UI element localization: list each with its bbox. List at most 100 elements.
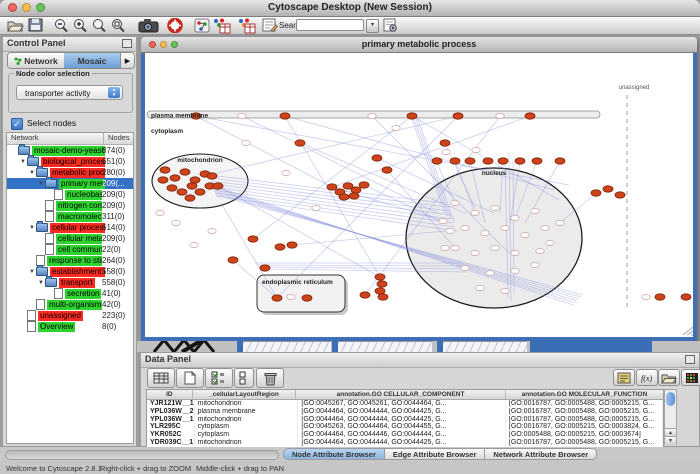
background-window-thumbnail[interactable] [243, 341, 331, 352]
table-cell[interactable]: [GO:0016787, GO:0005488, GO:0005215, G..… [506, 408, 663, 416]
delete-attribute-trash-icon[interactable] [256, 368, 284, 388]
network-node-unselected[interactable] [541, 225, 549, 230]
network-node-unselected[interactable] [190, 242, 198, 247]
save-session-icon[interactable] [28, 18, 44, 33]
attribute-batch-icon[interactable] [613, 369, 635, 386]
tree-row[interactable]: mosaic-demo-yeast874(0) [7, 145, 133, 156]
network-node-selected[interactable] [302, 295, 312, 301]
scroll-down-arrow[interactable]: ▼ [665, 436, 676, 445]
tree-row[interactable]: cell communicat22(0) [7, 244, 133, 255]
tree-col-nodes[interactable]: Nodes [104, 133, 130, 144]
table-row[interactable]: YKR052Ccytoplasm[GO:0044464, GO:0044446,… [147, 431, 663, 439]
horizontal-scrollbar[interactable] [5, 450, 279, 460]
table-row[interactable]: YPL036W__2plasma membrane[GO:0044464, GO… [147, 408, 663, 416]
background-window-border[interactable] [530, 341, 652, 352]
tree-row[interactable]: nucleobase-209(0) [7, 189, 133, 200]
select-attributes-icon[interactable] [205, 368, 233, 388]
network-node-unselected[interactable] [491, 205, 499, 210]
tree-row[interactable]: macromolecule311(0) [7, 211, 133, 222]
background-window-thumbnail[interactable] [338, 341, 432, 352]
col-molecular-function[interactable]: annotation.GO MOLECULAR_FUNCTION [506, 390, 663, 399]
network-node-selected[interactable] [228, 257, 238, 263]
network-node-unselected[interactable] [451, 200, 459, 205]
table-cell[interactable]: [GO:0044464, GO:0044444, GO:0044425, G..… [298, 439, 505, 447]
network-node-selected[interactable] [349, 193, 359, 199]
snapshot-camera-icon[interactable] [138, 18, 160, 33]
network-node-selected[interactable] [655, 294, 665, 300]
network-node-selected[interactable] [359, 182, 369, 188]
network-node-selected[interactable] [327, 184, 337, 190]
network-node-unselected[interactable] [501, 288, 509, 293]
network-node-unselected[interactable] [486, 270, 494, 275]
network-node-unselected[interactable] [441, 245, 449, 250]
network-node-selected[interactable] [453, 113, 463, 119]
network-node-unselected[interactable] [439, 218, 447, 223]
network-node-unselected[interactable] [208, 228, 216, 233]
network-node-unselected[interactable] [368, 113, 376, 118]
tabs-overflow-arrow[interactable]: ▶ [120, 53, 134, 68]
table-row[interactable]: YPL036W__1mitochondrion[GO:0044464, GO:0… [147, 416, 663, 424]
table-cell[interactable]: [GO:0044464, GO:0044444, GO:0044425, G..… [298, 416, 505, 424]
network-node-unselected[interactable] [392, 125, 400, 130]
tab-mosaic[interactable]: Mosaic [64, 53, 120, 68]
tree-row[interactable]: multi-organism pro42(0) [7, 299, 133, 310]
tree-row[interactable]: ▼cellular process614(0) [7, 222, 133, 233]
annotation-form-icon[interactable] [262, 18, 278, 33]
tree-row[interactable]: ▼transport558(0) [7, 277, 133, 288]
network-node-unselected[interactable] [546, 240, 554, 245]
network-node-unselected[interactable] [172, 220, 180, 225]
network-node-unselected[interactable] [536, 248, 544, 253]
network-node-unselected[interactable] [531, 262, 539, 267]
table-cell[interactable]: YPL036W__2 [147, 408, 195, 416]
network-node-unselected[interactable] [282, 170, 290, 175]
network-node-selected[interactable] [532, 158, 542, 164]
float-panel-icon[interactable] [122, 39, 132, 48]
network-node-selected[interactable] [160, 167, 170, 173]
network-node-selected[interactable] [432, 158, 442, 164]
network-node-selected[interactable] [272, 295, 282, 301]
table-cell[interactable]: [GO:0044464, GO:0044444, GO:0044425, G..… [298, 408, 505, 416]
network-node-selected[interactable] [555, 158, 565, 164]
unselect-attributes-icon[interactable] [234, 368, 254, 388]
network-node-selected[interactable] [360, 292, 370, 298]
network-node-unselected[interactable] [642, 294, 650, 299]
network-node-selected[interactable] [287, 242, 297, 248]
attribute-dropdown[interactable]: transporter activity ▲▼ [16, 85, 123, 100]
network-canvas[interactable]: plasma membranecytoplasmmitochondrionnuc… [145, 53, 693, 337]
network-node-selected[interactable] [170, 175, 180, 181]
table-row[interactable]: YDR039C__1mitochondrion[GO:0044464, GO:0… [147, 439, 663, 447]
select-nodes-checkbox[interactable]: ✓ [11, 118, 23, 130]
tab-network-attribute-browser[interactable]: Network Attribute Browser [485, 448, 597, 460]
network-node-unselected[interactable] [531, 208, 539, 213]
scrollbar-thumb[interactable] [666, 392, 675, 406]
network-node-selected[interactable] [213, 183, 223, 189]
network-node-selected[interactable] [187, 183, 197, 189]
network-node-selected[interactable] [177, 189, 187, 195]
expand-arrow-icon[interactable]: ▼ [28, 269, 36, 275]
expand-arrow-icon[interactable]: ▼ [37, 181, 45, 187]
network-node-unselected[interactable] [471, 210, 479, 215]
network-node-selected[interactable] [483, 158, 493, 164]
network-node-unselected[interactable] [501, 225, 509, 230]
table-cell[interactable]: YLR295C [147, 423, 195, 431]
tree-row[interactable]: nitrogen compo209(0) [7, 200, 133, 211]
table-cell[interactable]: YKR052C [147, 431, 195, 439]
search-dropdown-arrow[interactable]: ▾ [366, 19, 379, 33]
new-attribute-icon[interactable] [176, 368, 204, 388]
tree-row[interactable]: ▼primary metabo209(... [7, 178, 133, 189]
table-cell[interactable]: cytoplasm [195, 423, 299, 431]
table-cell[interactable]: [GO:0016787, GO:0005215, GO:0003824, G..… [506, 423, 663, 431]
network-node-selected[interactable] [377, 281, 387, 287]
table-cell[interactable]: YDR039C__1 [147, 439, 195, 447]
tree-row[interactable]: Overview8(0) [7, 321, 133, 332]
network-node-selected[interactable] [167, 185, 177, 191]
network-node-selected[interactable] [382, 167, 392, 173]
col-region[interactable]: _cellularLayoutRegion [193, 390, 296, 399]
table-cell[interactable]: YPL036W__1 [147, 416, 195, 424]
table-vertical-scrollbar[interactable]: ▲ ▼ [664, 389, 677, 445]
network-node-unselected[interactable] [442, 149, 450, 154]
network-node-selected[interactable] [525, 113, 535, 119]
table-cell[interactable]: mitochondrion [195, 439, 299, 447]
expand-arrow-icon[interactable]: ▼ [28, 225, 36, 231]
function-builder-icon[interactable]: f(x) [636, 369, 658, 386]
